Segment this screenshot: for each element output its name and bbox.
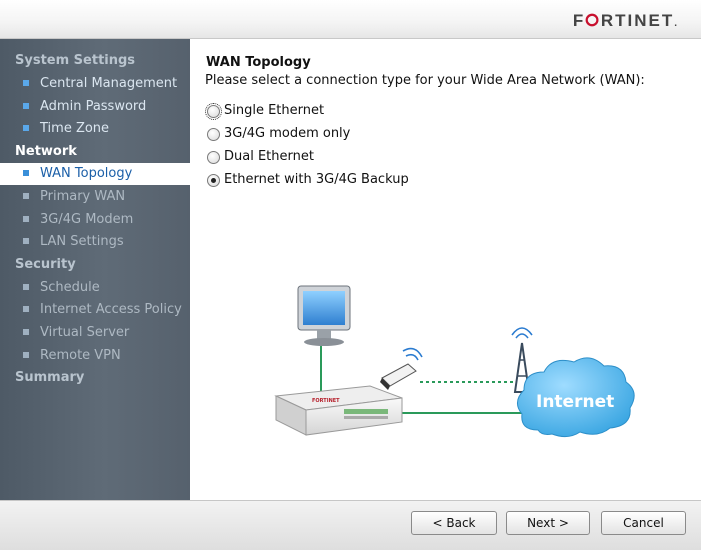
fortinet-logo: F⭘RTINET.	[572, 11, 679, 30]
bullet-icon	[23, 193, 29, 199]
bullet-icon	[23, 306, 29, 312]
device-brand: FORTINET	[312, 398, 340, 404]
sidebar-item-3g-4g-modem[interactable]: 3G/4G Modem	[0, 209, 190, 231]
bullet-icon	[23, 238, 29, 244]
sidebar-item-label: Primary WAN	[40, 189, 126, 204]
sidebar-item-label: Time Zone	[40, 121, 110, 136]
next-button[interactable]: Next >	[506, 511, 590, 535]
sidebar-item-label: Virtual Server	[40, 325, 130, 340]
radio-button[interactable]	[207, 174, 220, 187]
sidebar-item-label: Schedule	[40, 280, 100, 295]
wizard-sidebar: System Settings Central Management Admin…	[0, 39, 190, 500]
sidebar-item-label: Admin Password	[40, 99, 147, 114]
sidebar-item-label: 3G/4G Modem	[40, 212, 134, 227]
sidebar-item-label: WAN Topology	[40, 166, 133, 181]
option-label: Ethernet with 3G/4G Backup	[224, 172, 409, 187]
sidebar-item-label: Remote VPN	[40, 348, 121, 363]
bullet-icon	[23, 352, 29, 358]
sidebar-item-virtual-server[interactable]: Virtual Server	[0, 322, 190, 344]
cloud-label: Internet	[536, 392, 614, 412]
sidebar-item-central-management[interactable]: Central Management	[0, 73, 190, 95]
sidebar-item-label: Central Management	[40, 76, 178, 91]
bullet-icon	[23, 80, 29, 86]
back-button[interactable]: < Back	[411, 511, 497, 535]
fortigate-device-icon: FORTINET	[274, 385, 403, 436]
sidebar-section-summary[interactable]: Summary	[15, 370, 84, 385]
sidebar-section-network[interactable]: Network	[15, 144, 77, 159]
internet-cloud-icon: Internet	[517, 357, 635, 438]
option-label: Single Ethernet	[224, 103, 325, 118]
usb-modem-icon	[380, 347, 423, 390]
bullet-icon	[23, 284, 29, 290]
wizard-header: F⭘RTINET.	[0, 0, 701, 39]
cancel-button[interactable]: Cancel	[601, 511, 686, 535]
sidebar-item-remote-vpn[interactable]: Remote VPN	[0, 345, 190, 367]
option-label: 3G/4G modem only	[224, 126, 351, 141]
wan-topology-diagram: FORTINET Internet	[274, 285, 635, 438]
sidebar-item-time-zone[interactable]: Time Zone	[0, 118, 190, 140]
page-title: WAN Topology	[206, 55, 311, 70]
sidebar-item-admin-password[interactable]: Admin Password	[0, 96, 190, 118]
sidebar-section-system-settings[interactable]: System Settings	[15, 53, 135, 68]
page-description: Please select a connection type for your…	[205, 73, 645, 88]
sidebar-item-wan-topology[interactable]: WAN Topology	[0, 163, 190, 185]
bullet-icon	[23, 216, 29, 222]
wizard-footer: < Back Next > Cancel	[0, 500, 701, 550]
sidebar-item-label: Internet Access Policy	[40, 302, 182, 317]
sidebar-item-label: LAN Settings	[40, 234, 124, 249]
bullet-icon	[23, 125, 29, 131]
bullet-icon	[23, 170, 29, 176]
radio-button[interactable]	[207, 128, 220, 141]
bullet-icon	[23, 329, 29, 335]
sidebar-item-schedule[interactable]: Schedule	[0, 277, 190, 299]
sidebar-item-internet-access-policy[interactable]: Internet Access Policy	[0, 299, 190, 321]
radio-button[interactable]	[207, 151, 220, 164]
radio-button[interactable]	[205, 103, 222, 120]
sidebar-item-lan-settings[interactable]: LAN Settings	[0, 231, 190, 253]
bullet-icon	[23, 103, 29, 109]
option-label: Dual Ethernet	[224, 149, 314, 164]
sidebar-section-security[interactable]: Security	[15, 257, 76, 272]
sidebar-item-primary-wan[interactable]: Primary WAN	[0, 186, 190, 208]
computer-monitor-icon	[297, 285, 351, 346]
